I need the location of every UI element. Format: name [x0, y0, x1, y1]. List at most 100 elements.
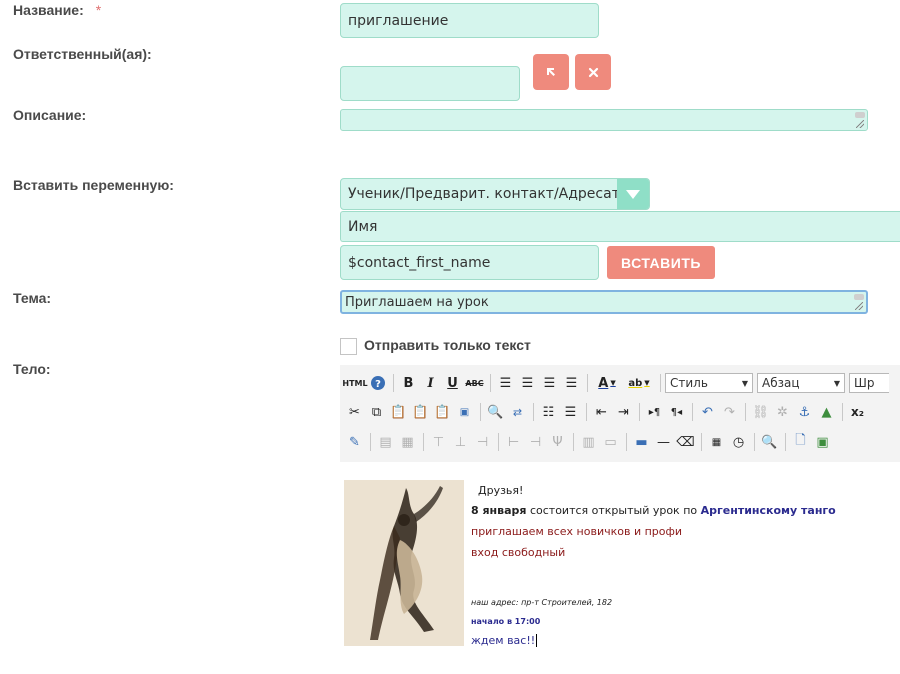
split-cells-icon[interactable]: ▥ — [578, 432, 599, 453]
paste-word-icon[interactable]: 📋 — [432, 402, 453, 423]
font-color-icon[interactable]: A ▼ — [592, 373, 622, 394]
remove-format-icon[interactable]: x₂ — [847, 402, 868, 423]
underline-icon[interactable]: U — [442, 373, 463, 394]
variable-category-value: Ученик/Предварит. контакт/Адресат — [348, 186, 620, 202]
rtl-icon[interactable]: ¶◂ — [666, 402, 687, 423]
delete-col-icon[interactable]: Ψ — [547, 432, 568, 453]
event-line: 8 января состоится открытый урок по Арге… — [471, 504, 836, 517]
strikethrough-icon[interactable]: ABC — [464, 373, 485, 394]
text-only-label: Отправить только текст — [364, 337, 531, 353]
required-mark: * — [95, 2, 102, 18]
insert-variable-button[interactable]: ВСТАВИТЬ — [607, 246, 715, 279]
bold-icon[interactable]: B — [398, 373, 419, 394]
image-icon[interactable]: ▲ — [816, 402, 837, 423]
new-document-icon[interactable]: 🗋 — [790, 432, 811, 453]
paste-text-icon[interactable]: 📋 — [410, 402, 431, 423]
ltr-icon[interactable]: ▸¶ — [644, 402, 665, 423]
responsible-label: Ответственный(ая): — [13, 46, 152, 62]
tango-dancers-image — [344, 480, 464, 646]
free-entry-line: вход свободный — [471, 546, 566, 559]
editor-content[interactable]: Друзья! 8 января состоится открытый урок… — [340, 462, 900, 674]
variable-code-input[interactable]: $contact_first_name — [340, 245, 599, 280]
undo-icon[interactable]: ↶ — [697, 402, 718, 423]
find-icon[interactable]: 🔍 — [485, 402, 506, 423]
name-label-text: Название: — [13, 2, 84, 18]
merge-cells-icon[interactable]: ▭ — [600, 432, 621, 453]
resize-handle-icon[interactable] — [854, 294, 864, 310]
insert-row-after-icon[interactable]: ⊥ — [450, 432, 471, 453]
closing-text: ждем вас!! — [471, 634, 536, 647]
select-all-icon[interactable]: ▣ — [454, 402, 475, 423]
paragraph-combo-value: Абзац — [762, 376, 800, 390]
highlight-color-icon[interactable]: ab ▼ — [623, 373, 655, 394]
bullet-list-icon[interactable]: ☷ — [538, 402, 559, 423]
edit-css-icon[interactable]: ✎ — [344, 432, 365, 453]
editor-toolbar: HTML ? B I U ABC ☰ ☰ ☰ ☰ A ▼ ab ▼ Стиль ▼ А… — [340, 365, 900, 462]
font-combo[interactable]: Шр — [849, 373, 889, 393]
description-label: Описание: — [13, 107, 87, 123]
subject-label: Тема: — [13, 290, 52, 306]
html-source-button[interactable]: HTML — [342, 373, 367, 394]
body-label: Тело: — [13, 361, 51, 377]
toolbar-row-3: ✎ ▤ ▦ ⊤ ⊥ ⊣ ⊢ ⊣ Ψ ▥ ▭ ▬ — ⌫ ▦ ◷ 🔍 🗋 ▣ — [344, 429, 834, 455]
cut-icon[interactable]: ✂ — [344, 402, 365, 423]
start-time-line: начало в 17:00 — [471, 617, 541, 626]
font-combo-value: Шр — [854, 376, 875, 390]
align-left-icon[interactable]: ☰ — [495, 373, 516, 394]
italic-icon[interactable]: I — [420, 373, 441, 394]
align-center-icon[interactable]: ☰ — [517, 373, 538, 394]
resize-handle-icon[interactable] — [855, 112, 865, 128]
insert-col-before-icon[interactable]: ⊢ — [503, 432, 524, 453]
delete-row-icon[interactable]: ⊣ — [472, 432, 493, 453]
select-responsible-button[interactable] — [533, 54, 569, 90]
row-props-icon[interactable]: ▦ — [397, 432, 418, 453]
insert-date-icon[interactable]: ▦ — [706, 432, 727, 453]
insert-row-before-icon[interactable]: ⊤ — [428, 432, 449, 453]
horizontal-rule-icon[interactable]: ▬ — [631, 432, 652, 453]
responsible-input[interactable] — [340, 66, 520, 101]
invite-line: приглашаем всех новичков и профи — [471, 525, 683, 538]
pointer-icon — [547, 68, 555, 76]
help-icon[interactable]: ? — [367, 373, 388, 394]
insert-variable-label: Вставить переменную: — [13, 177, 174, 193]
chevron-down-icon: ▼ — [741, 378, 748, 388]
insert-time-icon[interactable]: ◷ — [728, 432, 749, 453]
name-label: Название: * — [13, 2, 101, 18]
align-right-icon[interactable]: ☰ — [539, 373, 560, 394]
text-only-checkbox[interactable] — [340, 338, 357, 355]
subject-input[interactable]: Приглашаем на урок — [340, 290, 868, 314]
style-combo-value: Стиль — [670, 376, 708, 390]
copy-icon[interactable]: ⧉ — [366, 402, 387, 423]
redo-icon[interactable]: ↷ — [719, 402, 740, 423]
unlink-icon[interactable]: ✲ — [772, 402, 793, 423]
paragraph-combo[interactable]: Абзац ▼ — [757, 373, 845, 393]
chevron-down-icon[interactable] — [617, 179, 649, 209]
toolbar-row-1: HTML ? B I U ABC ☰ ☰ ☰ ☰ A ▼ ab ▼ Стиль ▼ А… — [342, 370, 893, 396]
paste-icon[interactable]: 📋 — [388, 402, 409, 423]
variable-category-select[interactable]: Ученик/Предварит. контакт/Адресат — [340, 178, 650, 210]
preview-icon[interactable]: 🔍 — [759, 432, 780, 453]
cell-props-icon[interactable]: ▤ — [375, 432, 396, 453]
address-line: наш адрес: пр-т Строителей, 182 — [471, 598, 613, 607]
replace-icon[interactable]: ⇄ — [507, 402, 528, 423]
svg-text:?: ? — [375, 379, 381, 390]
eraser-icon[interactable]: ⌫ — [675, 432, 696, 453]
event-date: 8 января — [471, 504, 527, 517]
anchor-icon[interactable]: ⚓ — [794, 402, 815, 423]
style-combo[interactable]: Стиль ▼ — [665, 373, 753, 393]
insert-col-after-icon[interactable]: ⊣ — [525, 432, 546, 453]
name-input[interactable]: приглашение — [340, 3, 599, 38]
text-cursor — [536, 634, 538, 647]
chevron-down-icon: ▼ — [833, 378, 840, 388]
description-textarea[interactable] — [340, 109, 868, 131]
clear-responsible-button[interactable] — [575, 54, 611, 90]
close-icon — [588, 67, 598, 77]
indent-icon[interactable]: ⇥ — [613, 402, 634, 423]
line-icon[interactable]: — — [653, 432, 674, 453]
variable-field-select[interactable]: Имя — [340, 211, 900, 242]
outdent-icon[interactable]: ⇤ — [591, 402, 612, 423]
link-icon[interactable]: ⛓ — [750, 402, 771, 423]
template-icon[interactable]: ▣ — [812, 432, 833, 453]
align-justify-icon[interactable]: ☰ — [561, 373, 582, 394]
numbered-list-icon[interactable]: ☰ — [560, 402, 581, 423]
